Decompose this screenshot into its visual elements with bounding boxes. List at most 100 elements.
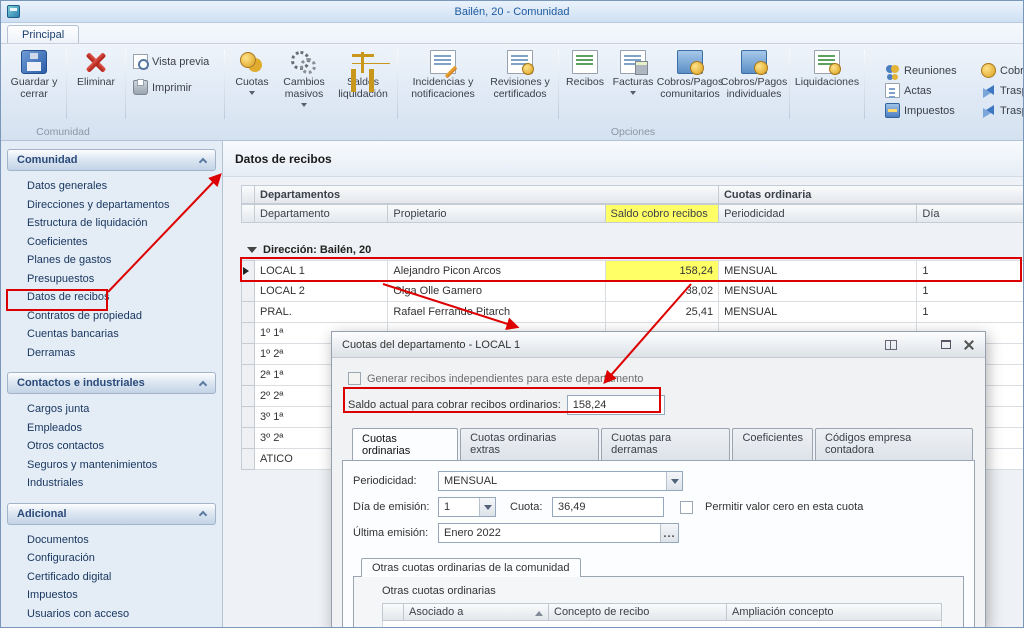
col-concepto-recibo[interactable]: Concepto de recibo bbox=[549, 603, 727, 621]
sidebar-item-certificado[interactable]: Certificado digital bbox=[7, 568, 216, 587]
dropdown-button[interactable] bbox=[666, 472, 682, 490]
restore-icon[interactable] bbox=[941, 340, 951, 349]
cell-departamento[interactable]: LOCAL 2 bbox=[255, 281, 388, 302]
column-label: Asociado a bbox=[409, 606, 463, 618]
cell-departamento[interactable]: PRAL. bbox=[255, 302, 388, 323]
dialog-title-bar[interactable]: Cuotas del departamento - LOCAL 1 bbox=[332, 332, 985, 358]
table-row[interactable]: LOCAL 2 Olga Olle Gamero 38,02 MENSUAL 1 bbox=[241, 281, 1023, 302]
col-propietario[interactable]: Propietario bbox=[388, 204, 605, 223]
checkbox-icon[interactable] bbox=[680, 501, 693, 514]
sidebar-item-direcciones[interactable]: Direcciones y departamentos bbox=[7, 196, 216, 215]
sidebar-item-datos-generales[interactable]: Datos generales bbox=[7, 177, 216, 196]
cell-propietario[interactable]: Alejandro Picon Arcos bbox=[388, 260, 605, 281]
sidebar-item-cuentas[interactable]: Cuentas bancarias bbox=[7, 325, 216, 344]
inner-grid-body[interactable] bbox=[382, 621, 942, 628]
sidebar-item-configuracion[interactable]: Configuración bbox=[7, 549, 216, 568]
checkbox-icon[interactable] bbox=[348, 372, 361, 385]
periodicidad-combo[interactable]: MENSUAL bbox=[438, 471, 683, 491]
sidebar-section-contactos[interactable]: Contactos e industriales bbox=[7, 372, 216, 394]
print-button[interactable]: Imprimir bbox=[133, 80, 219, 95]
cell-periodicidad[interactable]: MENSUAL bbox=[719, 260, 917, 281]
sidebar-item-industriales[interactable]: Industriales bbox=[7, 474, 216, 493]
dropdown-button[interactable] bbox=[479, 498, 495, 516]
actas-button[interactable]: Actas bbox=[885, 83, 971, 98]
sidebar-item-cargos-junta[interactable]: Cargos junta bbox=[7, 400, 216, 419]
ellipsis-button[interactable] bbox=[660, 524, 678, 542]
delete-button[interactable]: Eliminar bbox=[70, 46, 122, 123]
cobro-button[interactable]: Cobro bbox=[981, 63, 1024, 78]
cobros-individuales-button[interactable]: Cobros/Pagos individuales bbox=[722, 46, 786, 123]
sidebar-item-estructura[interactable]: Estructura de liquidación bbox=[7, 214, 216, 233]
cell-propietario[interactable]: Rafael Ferrando Pitarch bbox=[388, 302, 605, 323]
cell-periodicidad[interactable]: MENSUAL bbox=[719, 281, 917, 302]
col-saldo-cobro-recibos[interactable]: Saldo cobro recibos bbox=[606, 204, 720, 223]
band-cuotas-ordinaria[interactable]: Cuotas ordinaria bbox=[719, 185, 1023, 204]
tab-cuotas-para-derramas[interactable]: Cuotas para derramas bbox=[601, 428, 730, 461]
layout-icon[interactable] bbox=[885, 340, 897, 350]
cambios-masivos-button[interactable]: Cambios masivos bbox=[276, 46, 332, 123]
cuotas-button[interactable]: Cuotas bbox=[228, 46, 276, 123]
sidebar-item-empleados[interactable]: Empleados bbox=[7, 419, 216, 438]
tab-cuotas-ordinarias-extras[interactable]: Cuotas ordinarias extras bbox=[460, 428, 599, 461]
sidebar-item-otros-contactos[interactable]: Otros contactos bbox=[7, 437, 216, 456]
sidebar-item-coeficientes[interactable]: Coeficientes bbox=[7, 233, 216, 252]
section-title: Adicional bbox=[17, 508, 67, 520]
recibos-button[interactable]: Recibos bbox=[562, 46, 608, 123]
sidebar-item-datos-recibos[interactable]: Datos de recibos bbox=[7, 288, 216, 307]
tab-coeficientes[interactable]: Coeficientes bbox=[732, 428, 813, 461]
band-departamentos[interactable]: Departamentos bbox=[255, 185, 719, 204]
cuota-input[interactable]: 36,49 bbox=[552, 497, 664, 517]
cell-departamento[interactable]: LOCAL 1 bbox=[255, 260, 388, 281]
tab-principal[interactable]: Principal bbox=[7, 25, 79, 43]
cell-periodicidad[interactable]: MENSUAL bbox=[719, 302, 917, 323]
traspaso-button[interactable]: Trasp bbox=[981, 83, 1024, 98]
saldo-value-input[interactable]: 158,24 bbox=[567, 395, 665, 415]
ultima-emision-field[interactable]: Enero 2022 bbox=[438, 523, 679, 543]
independent-receipts-option[interactable]: Generar recibos independientes para este… bbox=[348, 372, 975, 385]
facturas-button[interactable]: Facturas bbox=[608, 46, 658, 123]
sidebar-item-usuarios[interactable]: Usuarios con acceso bbox=[7, 605, 216, 624]
preview-button[interactable]: Vista previa bbox=[133, 54, 219, 69]
col-ampliacion-concepto[interactable]: Ampliación concepto bbox=[727, 603, 942, 621]
field-value: Enero 2022 bbox=[439, 524, 660, 542]
tab-codigos-empresa[interactable]: Códigos empresa contadora bbox=[815, 428, 973, 461]
sidebar-section-adicional[interactable]: Adicional bbox=[7, 503, 216, 525]
cell-saldo[interactable]: 38,02 bbox=[606, 281, 720, 302]
button-label: Cambios masivos bbox=[278, 77, 330, 101]
tab-cuotas-ordinarias[interactable]: Cuotas ordinarias bbox=[352, 428, 458, 461]
group-row-direccion[interactable]: Dirección: Bailén, 20 bbox=[241, 239, 1023, 260]
table-row[interactable]: PRAL. Rafael Ferrando Pitarch 25,41 MENS… bbox=[241, 302, 1023, 323]
row-indicator bbox=[241, 449, 255, 470]
sidebar-item-seguros[interactable]: Seguros y mantenimientos bbox=[7, 456, 216, 475]
cell-saldo[interactable]: 25,41 bbox=[606, 302, 720, 323]
dia-emision-combo[interactable]: 1 bbox=[438, 497, 496, 517]
saldos-liquidacion-button[interactable]: Saldos liquidación bbox=[332, 46, 394, 123]
liquidaciones-button[interactable]: Liquidaciones bbox=[793, 46, 861, 123]
sidebar-item-derramas[interactable]: Derramas bbox=[7, 344, 216, 363]
cell-dia[interactable]: 1 bbox=[917, 281, 1023, 302]
col-dia[interactable]: Día bbox=[917, 204, 1023, 223]
table-row-local1[interactable]: LOCAL 1 Alejandro Picon Arcos 158,24 MEN… bbox=[241, 260, 1023, 281]
col-periodicidad[interactable]: Periodicidad bbox=[719, 204, 917, 223]
cobros-comunitarios-button[interactable]: Cobros/Pagos comunitarios bbox=[658, 46, 722, 123]
cell-propietario[interactable]: Olga Olle Gamero bbox=[388, 281, 605, 302]
close-icon[interactable] bbox=[963, 339, 975, 351]
tab-otras-cuotas[interactable]: Otras cuotas ordinarias de la comunidad bbox=[361, 558, 581, 577]
sidebar-item-presupuestos[interactable]: Presupuestos bbox=[7, 270, 216, 289]
cell-dia[interactable]: 1 bbox=[917, 302, 1023, 323]
sidebar-section-comunidad[interactable]: Comunidad bbox=[7, 149, 216, 171]
impuestos-button[interactable]: Impuestos bbox=[885, 103, 971, 118]
sidebar-item-impuestos[interactable]: Impuestos bbox=[7, 586, 216, 605]
col-asociado-a[interactable]: Asociado a bbox=[404, 603, 549, 621]
save-close-button[interactable]: Guardar y cerrar bbox=[5, 46, 63, 123]
revisiones-button[interactable]: Revisiones y certificados bbox=[485, 46, 555, 123]
reuniones-button[interactable]: Reuniones bbox=[885, 63, 971, 78]
sidebar-item-planes-gastos[interactable]: Planes de gastos bbox=[7, 251, 216, 270]
sidebar-item-contratos[interactable]: Contratos de propiedad bbox=[7, 307, 216, 326]
sidebar-item-documentos[interactable]: Documentos bbox=[7, 531, 216, 550]
col-departamento[interactable]: Departamento bbox=[255, 204, 388, 223]
traspaso-button[interactable]: Trasp bbox=[981, 103, 1024, 118]
cell-dia[interactable]: 1 bbox=[917, 260, 1023, 281]
cell-saldo[interactable]: 158,24 bbox=[606, 260, 720, 281]
incidencias-button[interactable]: Incidencias y notificaciones bbox=[401, 46, 485, 123]
